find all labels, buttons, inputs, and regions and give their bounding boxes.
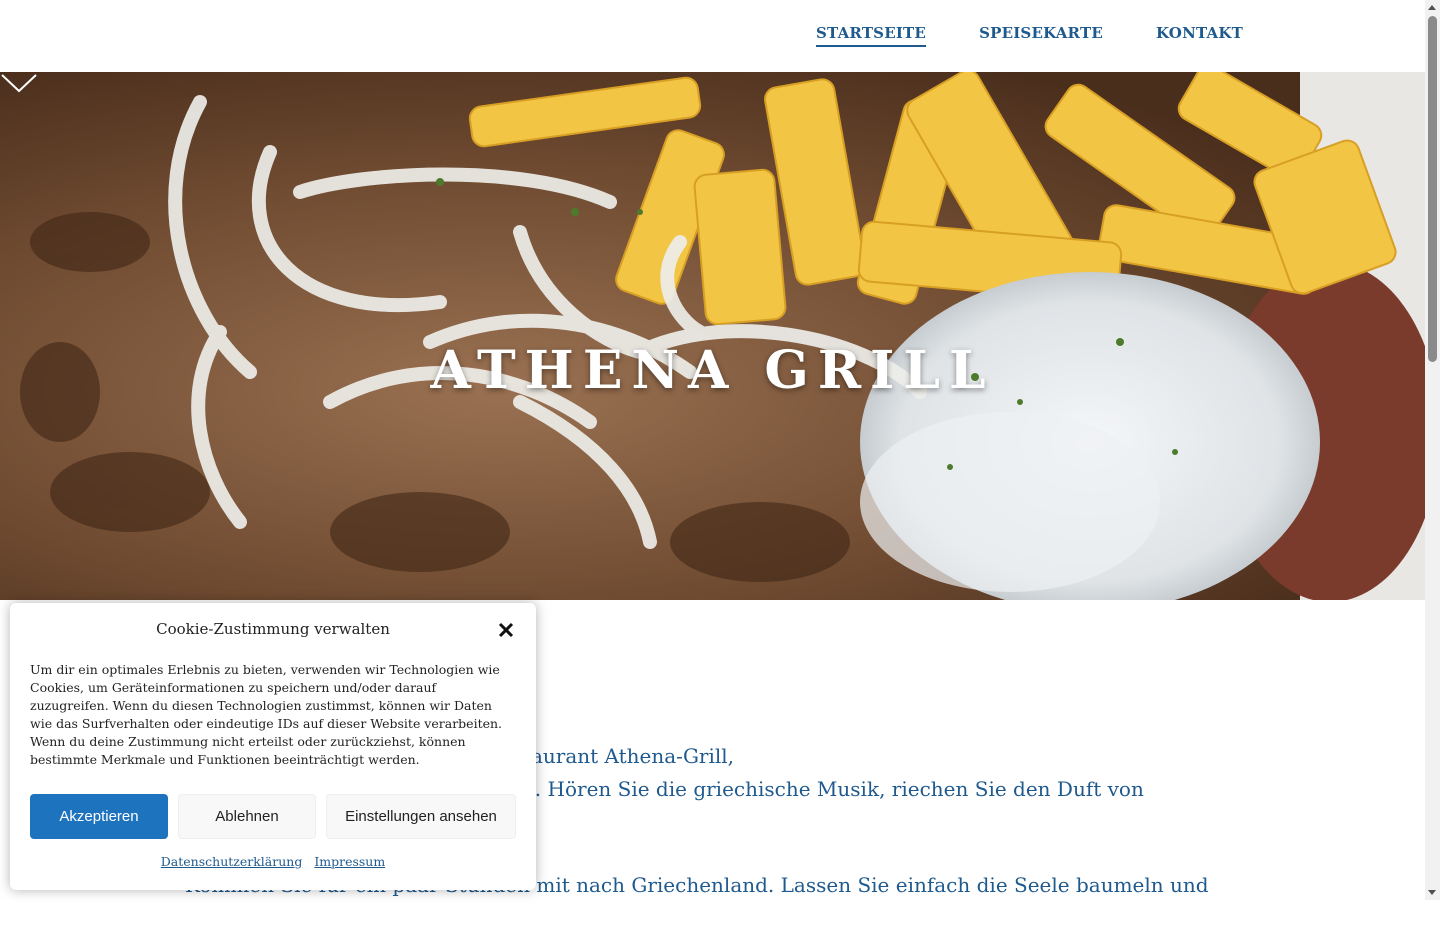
view-settings-button[interactable]: Einstellungen ansehen — [326, 794, 516, 839]
scroll-up-icon[interactable] — [1428, 5, 1436, 10]
main-nav: STARTSEITE SPEISEKARTE KONTAKT — [816, 24, 1296, 47]
close-icon[interactable] — [497, 621, 515, 639]
cookie-consent-dialog: Cookie-Zustimmung verwalten Um dir ein o… — [10, 603, 536, 890]
scroll-thumb[interactable] — [1428, 16, 1437, 362]
privacy-policy-link[interactable]: Datenschutzerklärung — [161, 854, 303, 869]
cookie-links: Datenschutzerklärung Impressum — [10, 854, 536, 869]
nav-item-kontakt[interactable]: KONTAKT — [1156, 24, 1243, 47]
nav-item-speisekarte[interactable]: SPEISEKARTE — [979, 24, 1103, 47]
chevron-down-icon[interactable] — [0, 72, 38, 94]
accept-button[interactable]: Akzeptieren — [30, 794, 168, 839]
cookie-dialog-text: Um dir ein optimales Erlebnis zu bieten,… — [30, 662, 503, 767]
hero-food-image — [0, 72, 1425, 600]
deny-button[interactable]: Ablehnen — [178, 794, 316, 839]
hero-title: ATHENA GRILL — [430, 340, 995, 401]
nav-item-startseite[interactable]: STARTSEITE — [816, 24, 927, 47]
scroll-down-icon[interactable] — [1428, 890, 1436, 895]
hero-banner: ATHENA GRILL — [0, 72, 1425, 600]
cookie-dialog-title: Cookie-Zustimmung verwalten — [156, 620, 390, 638]
site-header: STARTSEITE SPEISEKARTE KONTAKT — [0, 0, 1425, 72]
imprint-link[interactable]: Impressum — [314, 854, 385, 869]
page-scrollbar[interactable] — [1425, 0, 1440, 900]
